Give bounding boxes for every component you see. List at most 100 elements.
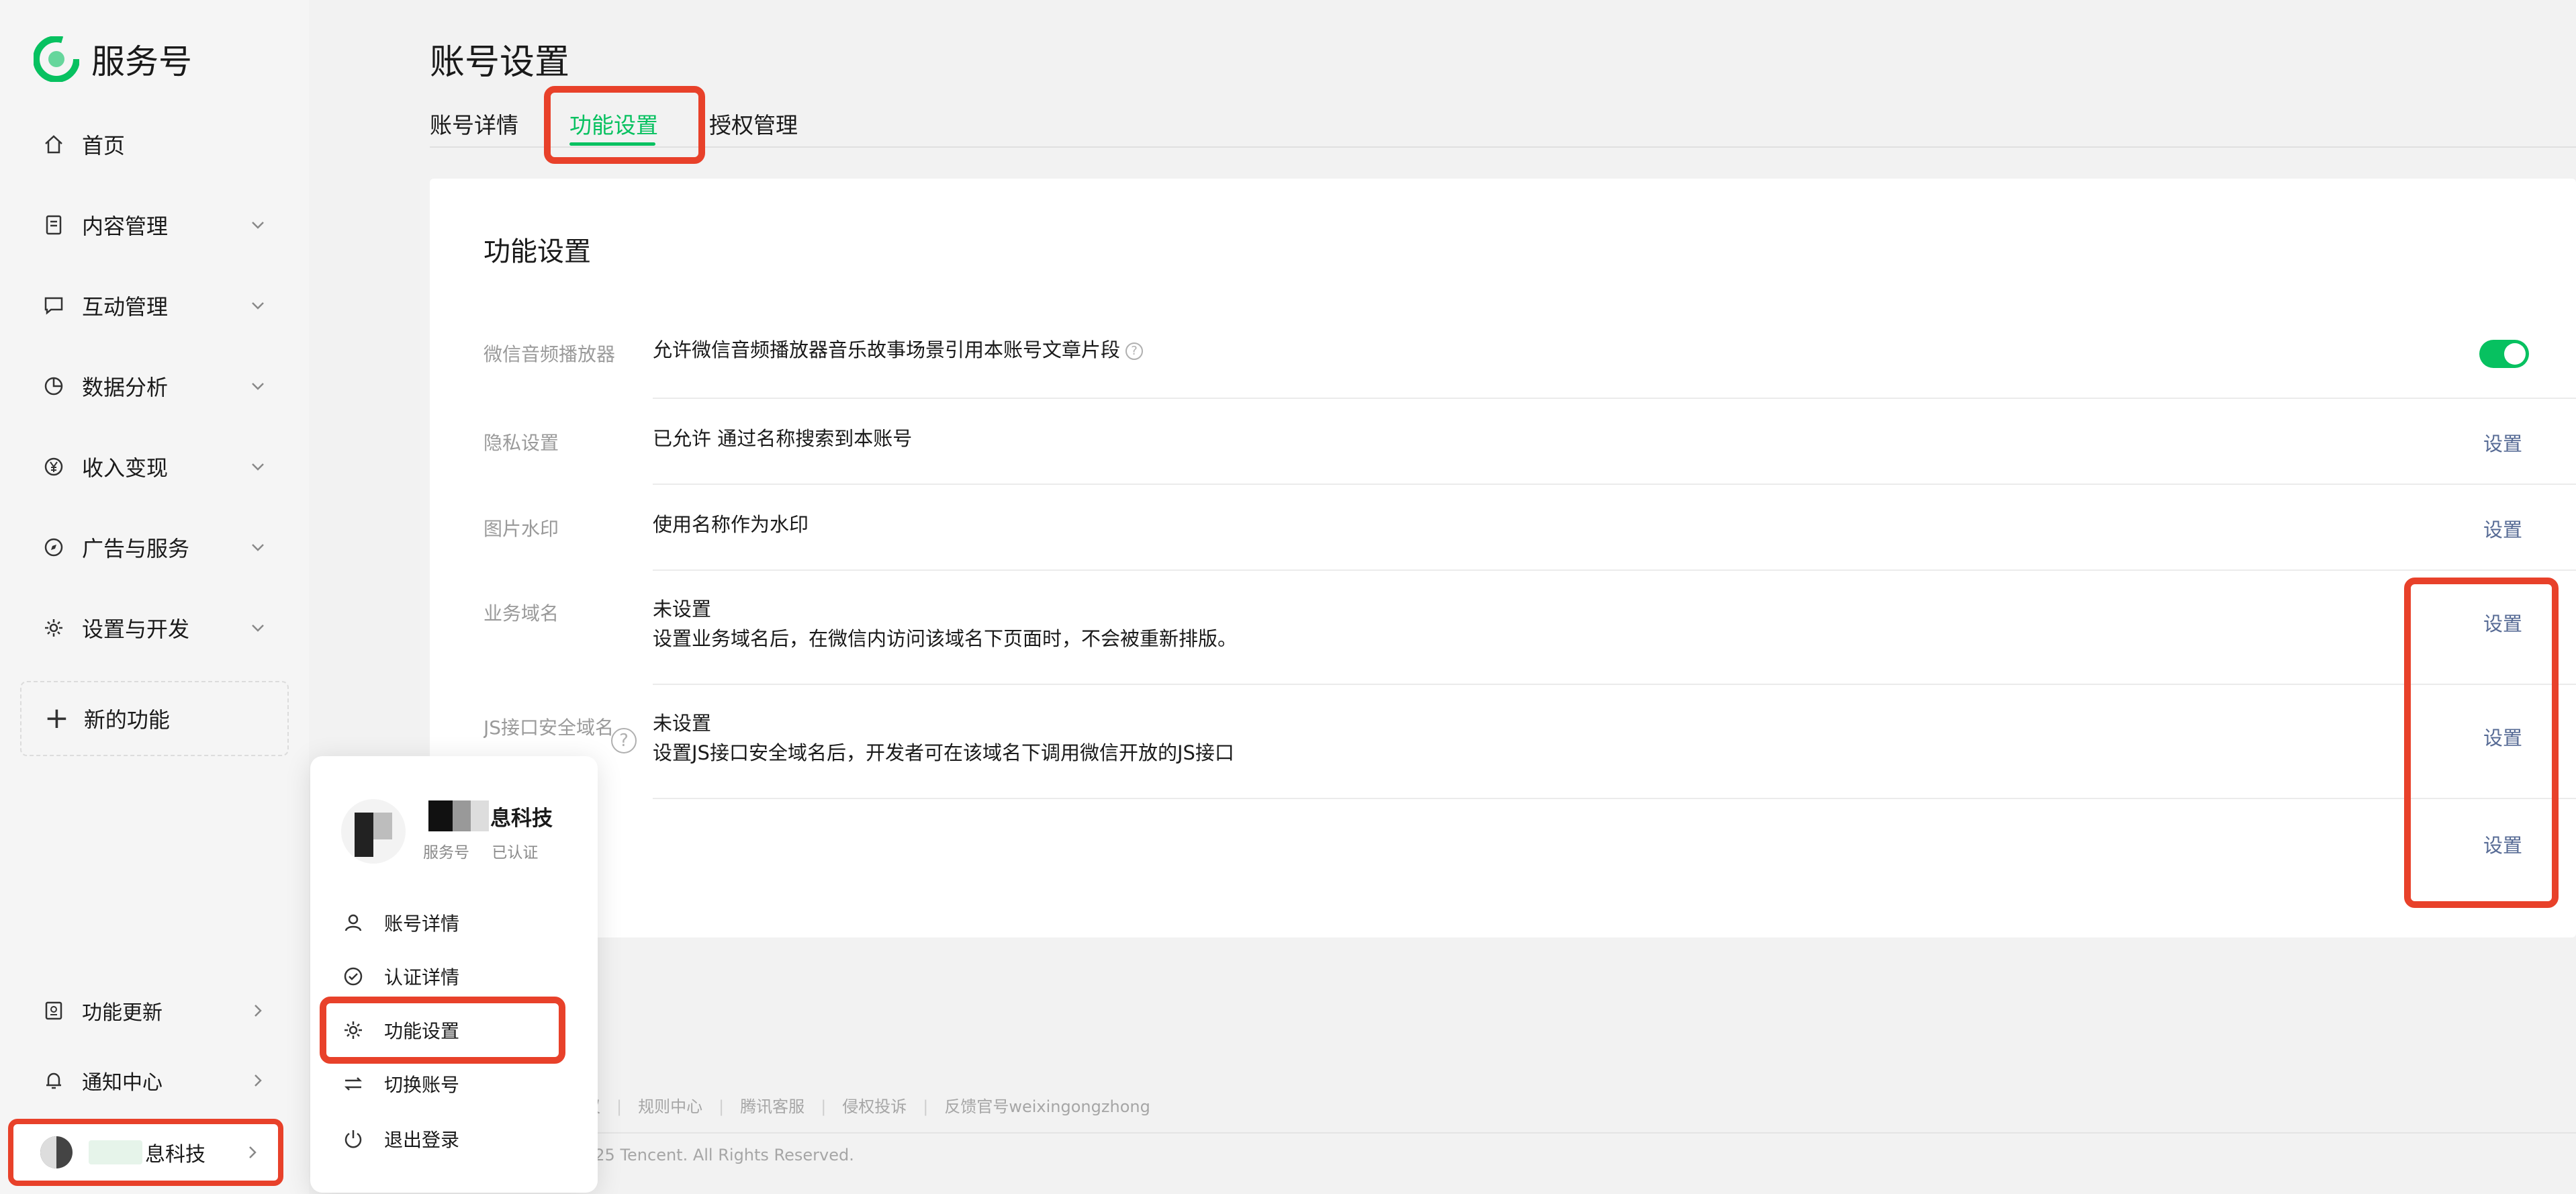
sidebar-item-label: 通知中心 (82, 1071, 163, 1095)
logo[interactable]: 服务号 (34, 35, 192, 83)
sidebar-item-notifications[interactable]: 通知中心 (40, 1057, 269, 1104)
footer-separator: | (821, 1097, 827, 1116)
sidebar-item-content[interactable]: 内容管理 (40, 198, 269, 252)
verified-badge: 已认证 (492, 844, 539, 862)
service-account-logo-icon (34, 36, 79, 82)
yen-icon (40, 453, 67, 480)
plus-icon: + (44, 701, 69, 735)
chevron-down-icon (252, 463, 264, 471)
chevron-right-icon (255, 1074, 262, 1087)
footer-copyright: 025 Tencent. All Rights Reserved. (584, 1146, 854, 1164)
sidebar-item-label: 内容管理 (82, 214, 169, 239)
chevron-right-icon (255, 1005, 262, 1017)
sidebar-item-label: 首页 (82, 133, 126, 158)
help-icon[interactable]: ? (1125, 342, 1144, 360)
setting-label: 微信音频播放器 (484, 343, 616, 365)
power-icon (341, 1127, 365, 1151)
page-title: 账号设置 (430, 42, 570, 83)
sidebar-item-analytics[interactable]: 数据分析 (40, 359, 269, 413)
footer-divider (430, 1132, 2576, 1134)
setting-row-extra: 设置 (484, 830, 2576, 884)
home-icon (40, 131, 67, 158)
row-divider (653, 684, 2576, 685)
gear-icon (40, 614, 67, 641)
row-divider (653, 569, 2576, 571)
setting-value: 使用名称作为水印 (653, 513, 809, 536)
sidebar-item-label: 数据分析 (82, 375, 169, 400)
new-feature-button[interactable]: + 新的功能 (20, 681, 289, 756)
popup-account-name: 息科技 (428, 800, 553, 831)
account-name: 息科技 (145, 1143, 205, 1166)
chat-icon (40, 292, 67, 319)
setting-value-text: 允许微信音频播放器音乐故事场景引用本账号文章片段 (653, 338, 1121, 361)
menu-item-verification-details[interactable]: 认证详情 (341, 956, 459, 997)
footer-separator: | (616, 1097, 623, 1116)
account-type: 服务号 (423, 844, 469, 862)
privacy-settings-link[interactable]: 设置 (2483, 428, 2522, 457)
chevron-down-icon (252, 625, 264, 632)
feature-settings-card: 功能设置 微信音频播放器 允许微信音频播放器音乐故事场景引用本账号文章片段? 隐… (430, 179, 2576, 937)
chevron-down-icon (252, 302, 264, 310)
user-icon (341, 911, 365, 935)
setting-label: 隐私设置 (484, 432, 559, 454)
sidebar-item-monetization[interactable]: 收入变现 (40, 440, 269, 494)
highlight-popup-feature-settings (320, 997, 565, 1064)
setting-value: 未设置 (653, 712, 712, 735)
new-feature-label: 新的功能 (83, 707, 170, 733)
setting-row-js-domain: JS接口安全域名 ? 未设置 设置JS接口安全域名后，开发者可在该域名下调用微信… (484, 712, 2576, 794)
highlight-tab (544, 86, 705, 164)
help-icon[interactable]: ? (611, 728, 637, 753)
sidebar-item-home[interactable]: 首页 (40, 118, 269, 171)
compass-icon (40, 534, 67, 561)
avatar (40, 1136, 73, 1168)
setting-row-business-domain: 业务域名 未设置 设置业务域名后，在微信内访问该域名下页面时，不会被重新排版。 … (484, 598, 2576, 680)
footer-separator: | (719, 1097, 725, 1116)
menu-item-switch-account[interactable]: 切换账号 (341, 1064, 459, 1104)
setting-value: 已允许 通过名称搜索到本账号 (653, 427, 913, 450)
sidebar-item-interaction[interactable]: 互动管理 (40, 279, 269, 332)
sidebar-item-label: 广告与服务 (82, 536, 190, 561)
watermark-settings-link[interactable]: 设置 (2483, 514, 2522, 543)
tabs-divider (430, 146, 2576, 148)
highlight-settings-links (2404, 578, 2559, 908)
sidebar-item-ads[interactable]: 广告与服务 (40, 520, 269, 574)
row-divider (653, 398, 2576, 399)
sidebar-item-label: 互动管理 (82, 294, 169, 320)
document-icon (40, 212, 67, 238)
row-divider (653, 484, 2576, 485)
setting-row-privacy: 隐私设置 已允许 通过名称搜索到本账号 设置 (484, 427, 2576, 482)
menu-item-label: 账号详情 (384, 913, 460, 935)
sidebar-item-settings-dev[interactable]: 设置与开发 (40, 601, 269, 655)
setting-label: 图片水印 (484, 518, 559, 540)
setting-description: 设置JS接口安全域名后，开发者可在该域名下调用微信开放的JS接口 (653, 741, 1234, 764)
setting-description: 设置业务域名后，在微信内访问该域名下页面时，不会被重新排版。 (653, 627, 1238, 650)
menu-item-label: 退出登录 (384, 1129, 460, 1151)
setting-label: 业务域名 (484, 602, 559, 625)
menu-item-label: 认证详情 (384, 966, 460, 989)
sidebar-item-label: 设置与开发 (82, 616, 190, 642)
chevron-right-icon (249, 1146, 257, 1158)
tab-account-details[interactable]: 账号详情 (430, 107, 518, 140)
popup-name-text: 息科技 (490, 806, 553, 831)
avatar (341, 799, 406, 864)
account-switcher[interactable]: 息科技 (8, 1119, 283, 1186)
menu-item-logout[interactable]: 退出登录 (341, 1119, 459, 1159)
card-title: 功能设置 (484, 236, 591, 267)
tab-authorization[interactable]: 授权管理 (709, 107, 798, 140)
footer-link[interactable]: 反馈官号weixingongzhong (944, 1097, 1150, 1116)
setting-label: JS接口安全域名 (484, 717, 614, 739)
chevron-down-icon (252, 383, 264, 390)
menu-item-account-details[interactable]: 账号详情 (341, 903, 459, 943)
footer-link[interactable]: 腾讯客服 (740, 1097, 804, 1116)
update-icon (40, 997, 67, 1024)
menu-item-label: 切换账号 (384, 1074, 460, 1096)
pie-chart-icon (40, 373, 67, 400)
setting-row-audio-player: 微信音频播放器 允许微信音频播放器音乐故事场景引用本账号文章片段? (484, 338, 2576, 394)
footer-link[interactable]: 规则中心 (638, 1097, 702, 1116)
audio-player-toggle[interactable] (2479, 340, 2529, 368)
footer-separator: | (923, 1097, 929, 1116)
app-name: 服务号 (91, 42, 192, 81)
sidebar-item-updates[interactable]: 功能更新 (40, 987, 269, 1034)
sidebar-item-label: 功能更新 (82, 1001, 163, 1025)
footer-link[interactable]: 侵权投诉 (842, 1097, 907, 1116)
